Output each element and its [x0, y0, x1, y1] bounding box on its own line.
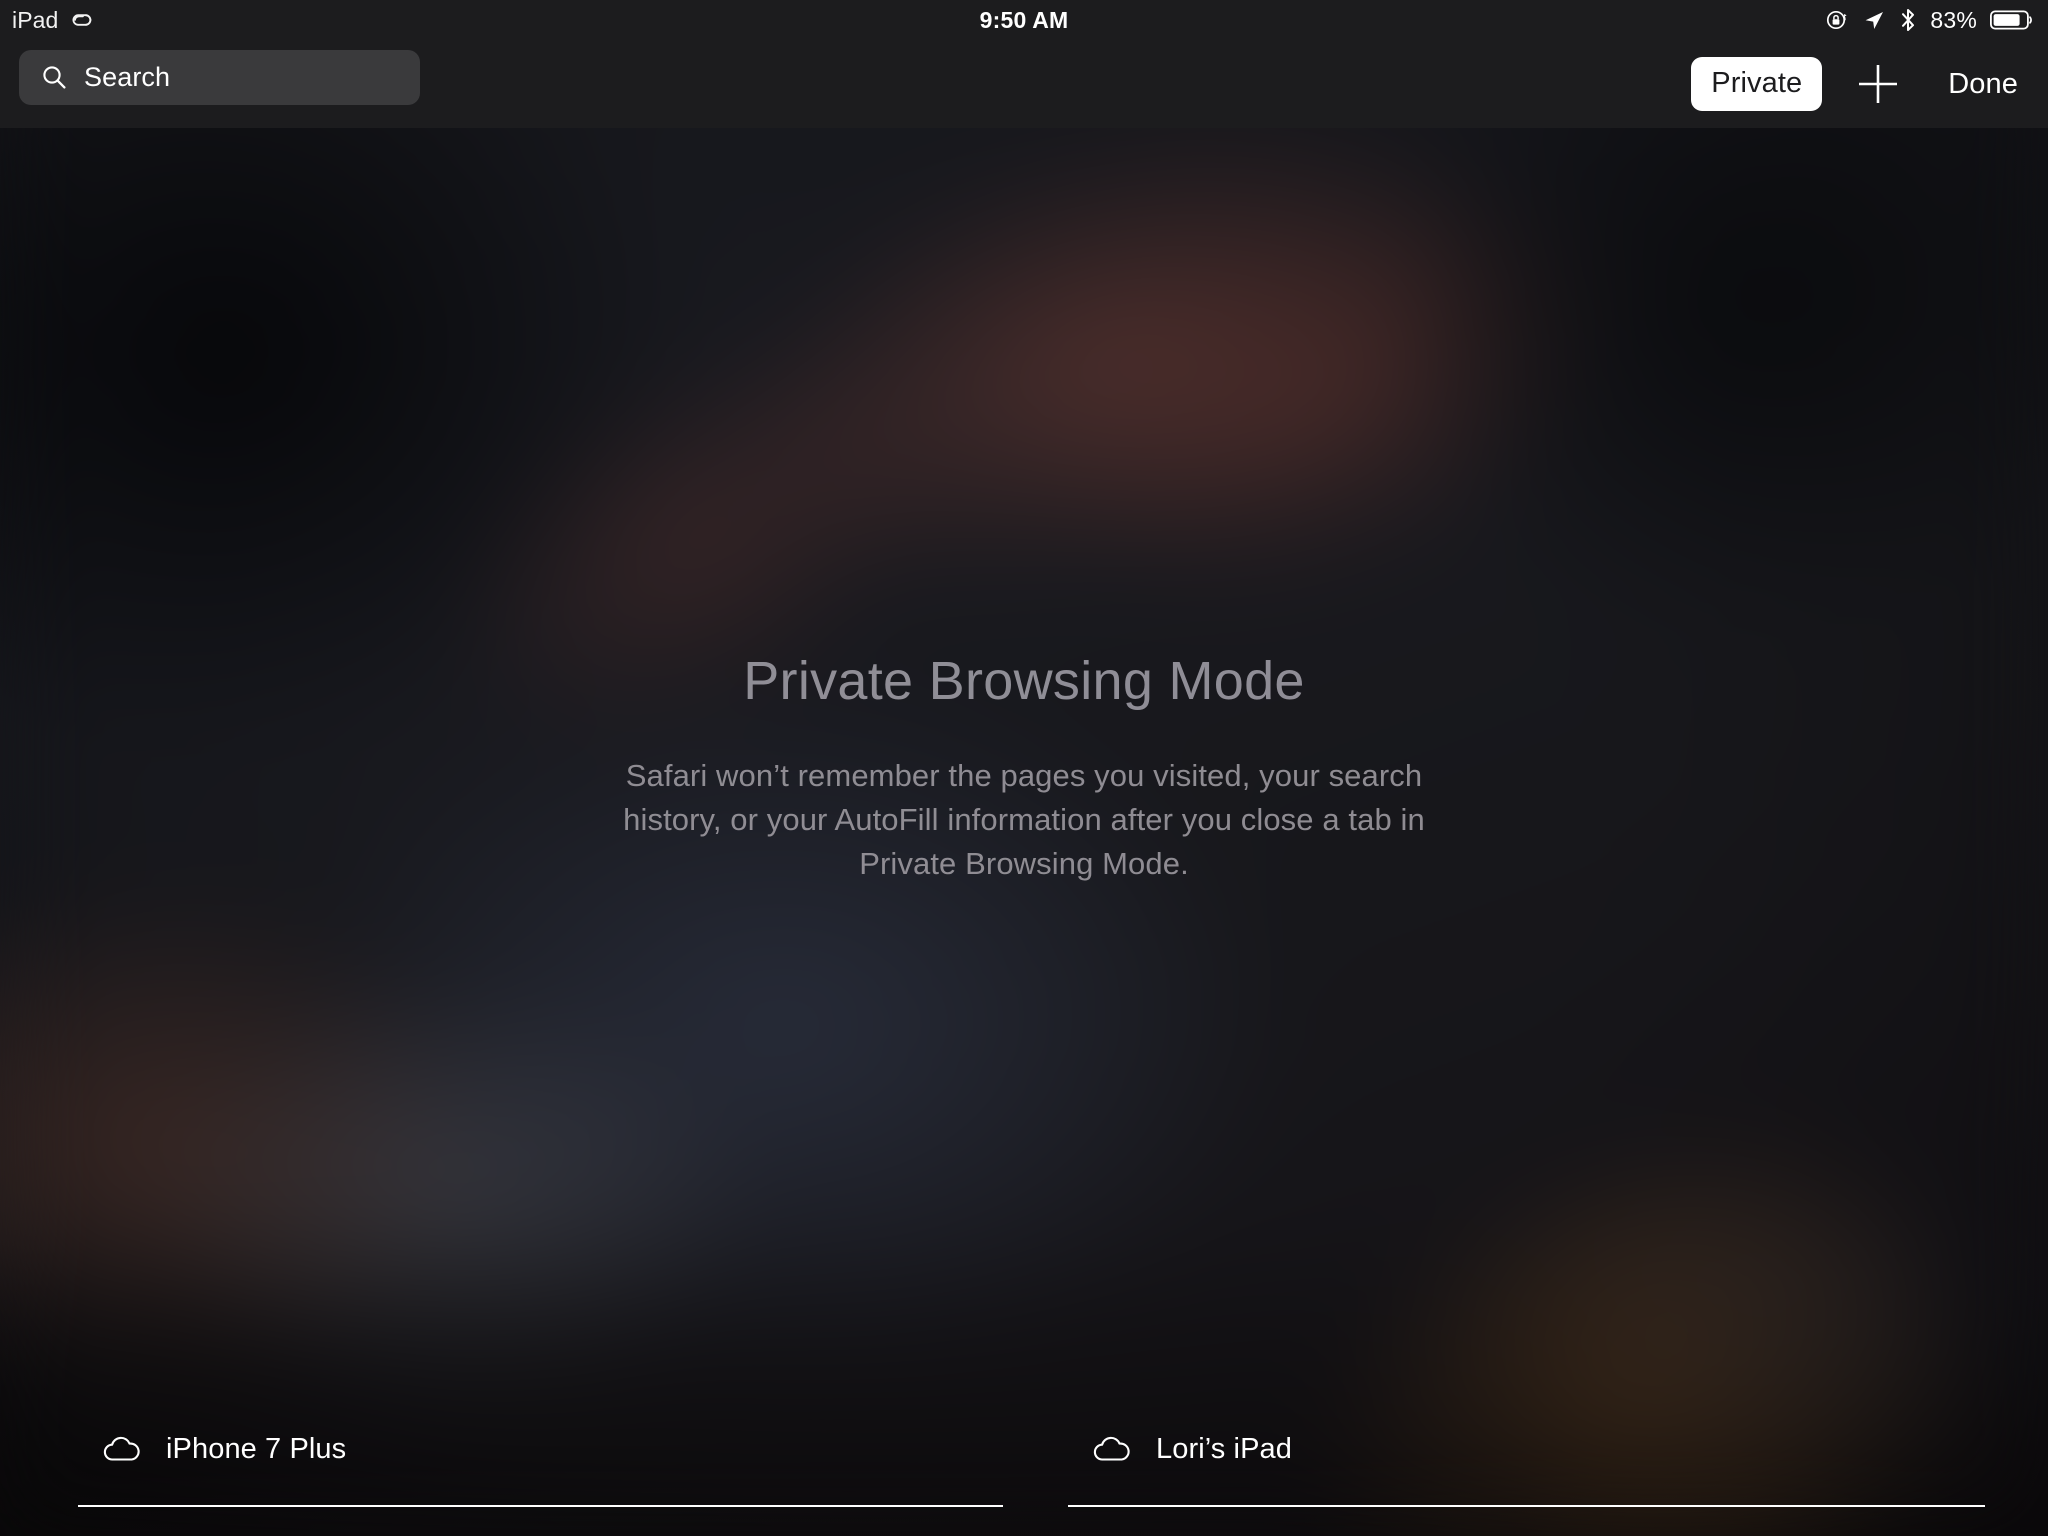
- status-bar: iPad 9:50 AM 83%: [0, 0, 2048, 40]
- icloud-device-name: iPhone 7 Plus: [166, 1432, 347, 1465]
- status-bar-clock: 9:50 AM: [979, 6, 1069, 33]
- done-button[interactable]: Done: [1934, 68, 2028, 101]
- status-bar-right-group: 83%: [1825, 0, 2034, 40]
- safari-tab-overview-screen: Private Browsing Mode Safari won’t remem…: [0, 0, 2048, 1536]
- icloud-device-divider: [1068, 1505, 1985, 1507]
- icloud-device-group-iphone[interactable]: iPhone 7 Plus: [78, 1406, 1003, 1536]
- icloud-device-header: Lori’s iPad: [1068, 1406, 1985, 1492]
- icloud-tabs-section: iPhone 7 Plus Lori’s iPad: [0, 1406, 2048, 1536]
- bluetooth-icon: [1899, 7, 1917, 33]
- search-input[interactable]: Search: [19, 50, 420, 105]
- battery-icon: [1990, 9, 2034, 31]
- location-arrow-icon: [1862, 8, 1886, 32]
- plus-icon: [1852, 58, 1904, 110]
- tab-overview-toolbar: Search Private Done: [0, 40, 2048, 128]
- search-placeholder: Search: [84, 62, 171, 92]
- icloud-device-header: iPhone 7 Plus: [78, 1406, 1003, 1492]
- battery-percentage: 83%: [1930, 6, 1977, 33]
- private-toggle-button[interactable]: Private: [1691, 57, 1823, 111]
- status-bar-center-group: 9:50 AM: [0, 0, 2048, 40]
- icloud-device-group-ipad[interactable]: Lori’s iPad: [1068, 1406, 1985, 1536]
- toolbar-right-group: Private Done: [1691, 40, 2028, 128]
- wallpaper-blur-layer: [0, 8, 2048, 1536]
- cloud-icon: [102, 1435, 142, 1463]
- blurred-wallpaper-background: [0, 8, 2048, 1536]
- icloud-device-name: Lori’s iPad: [1156, 1432, 1292, 1465]
- icloud-device-divider: [78, 1505, 1003, 1507]
- new-tab-button[interactable]: [1822, 40, 1934, 128]
- cloud-icon: [1092, 1435, 1132, 1463]
- search-icon: [41, 64, 68, 91]
- rotation-lock-icon: [1825, 8, 1849, 32]
